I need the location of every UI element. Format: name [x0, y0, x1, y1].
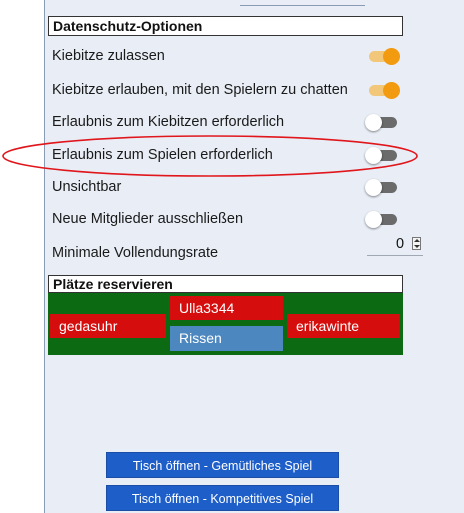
option-row-exclude-new-members: Neue Mitglieder ausschließen: [52, 208, 412, 230]
toggle-knob: [383, 82, 400, 99]
exclude-new-members-toggle[interactable]: [365, 211, 401, 228]
toggle-knob: [365, 179, 382, 196]
panel-top-divider: [240, 0, 365, 6]
spinner-down-icon: [414, 245, 420, 248]
option-row-allow-kibitzers: Kiebitze zulassen: [52, 45, 412, 67]
seat-right[interactable]: erikawinte: [287, 314, 400, 338]
invisible-toggle[interactable]: [365, 179, 401, 196]
option-label-allow-kibitzers: Kiebitze zulassen: [52, 48, 165, 64]
option-label-kibitz-permission: Erlaubnis zum Kiebitzen erforderlich: [52, 114, 285, 130]
option-row-invisible: Unsichtbar: [52, 176, 412, 198]
option-label-exclude-new-members: Neue Mitglieder ausschließen: [52, 211, 244, 227]
seat-bottom[interactable]: Rissen: [170, 326, 283, 351]
option-label-invisible: Unsichtbar: [52, 179, 122, 195]
toggle-knob: [365, 147, 382, 164]
reserve-seats-header: Plätze reservieren: [48, 275, 403, 293]
play-permission-toggle[interactable]: [365, 147, 401, 164]
allow-kibitzers-toggle[interactable]: [365, 48, 401, 65]
open-casual-table-button[interactable]: Tisch öffnen - Gemütliches Spiel: [106, 452, 339, 478]
completion-rate-input[interactable]: 0: [367, 235, 423, 256]
option-row-kibitz-permission: Erlaubnis zum Kiebitzen erforderlich: [52, 111, 412, 133]
kibitzers-chat-toggle[interactable]: [365, 82, 401, 99]
spinner-icon[interactable]: [412, 237, 421, 250]
option-row-completion-rate: Minimale Vollendungsrate: [52, 242, 412, 264]
option-label-play-permission: Erlaubnis zum Spielen erforderlich: [52, 147, 273, 163]
completion-rate-label: Minimale Vollendungsrate: [52, 245, 219, 261]
spinner-up-icon: [414, 239, 420, 242]
option-label-kibitzers-chat: Kiebitze erlauben, mit den Spielern zu c…: [52, 82, 348, 98]
toggle-knob: [365, 211, 382, 228]
option-row-kibitzers-chat: Kiebitze erlauben, mit den Spielern zu c…: [52, 79, 412, 101]
toggle-knob: [383, 48, 400, 65]
seat-left[interactable]: gedasuhr: [50, 314, 166, 338]
option-row-play-permission: Erlaubnis zum Spielen erforderlich: [52, 144, 412, 166]
open-competitive-table-button[interactable]: Tisch öffnen - Kompetitives Spiel: [106, 485, 339, 511]
toggle-knob: [365, 114, 382, 131]
seats-area: gedasuhr Ulla3344 Rissen erikawinte: [48, 293, 403, 355]
seat-top[interactable]: Ulla3344: [170, 296, 283, 320]
page: Datenschutz-Optionen Kiebitze zulassen K…: [0, 0, 464, 513]
kibitz-permission-toggle[interactable]: [365, 114, 401, 131]
privacy-options-header: Datenschutz-Optionen: [48, 16, 403, 36]
completion-rate-value: 0: [396, 236, 405, 252]
